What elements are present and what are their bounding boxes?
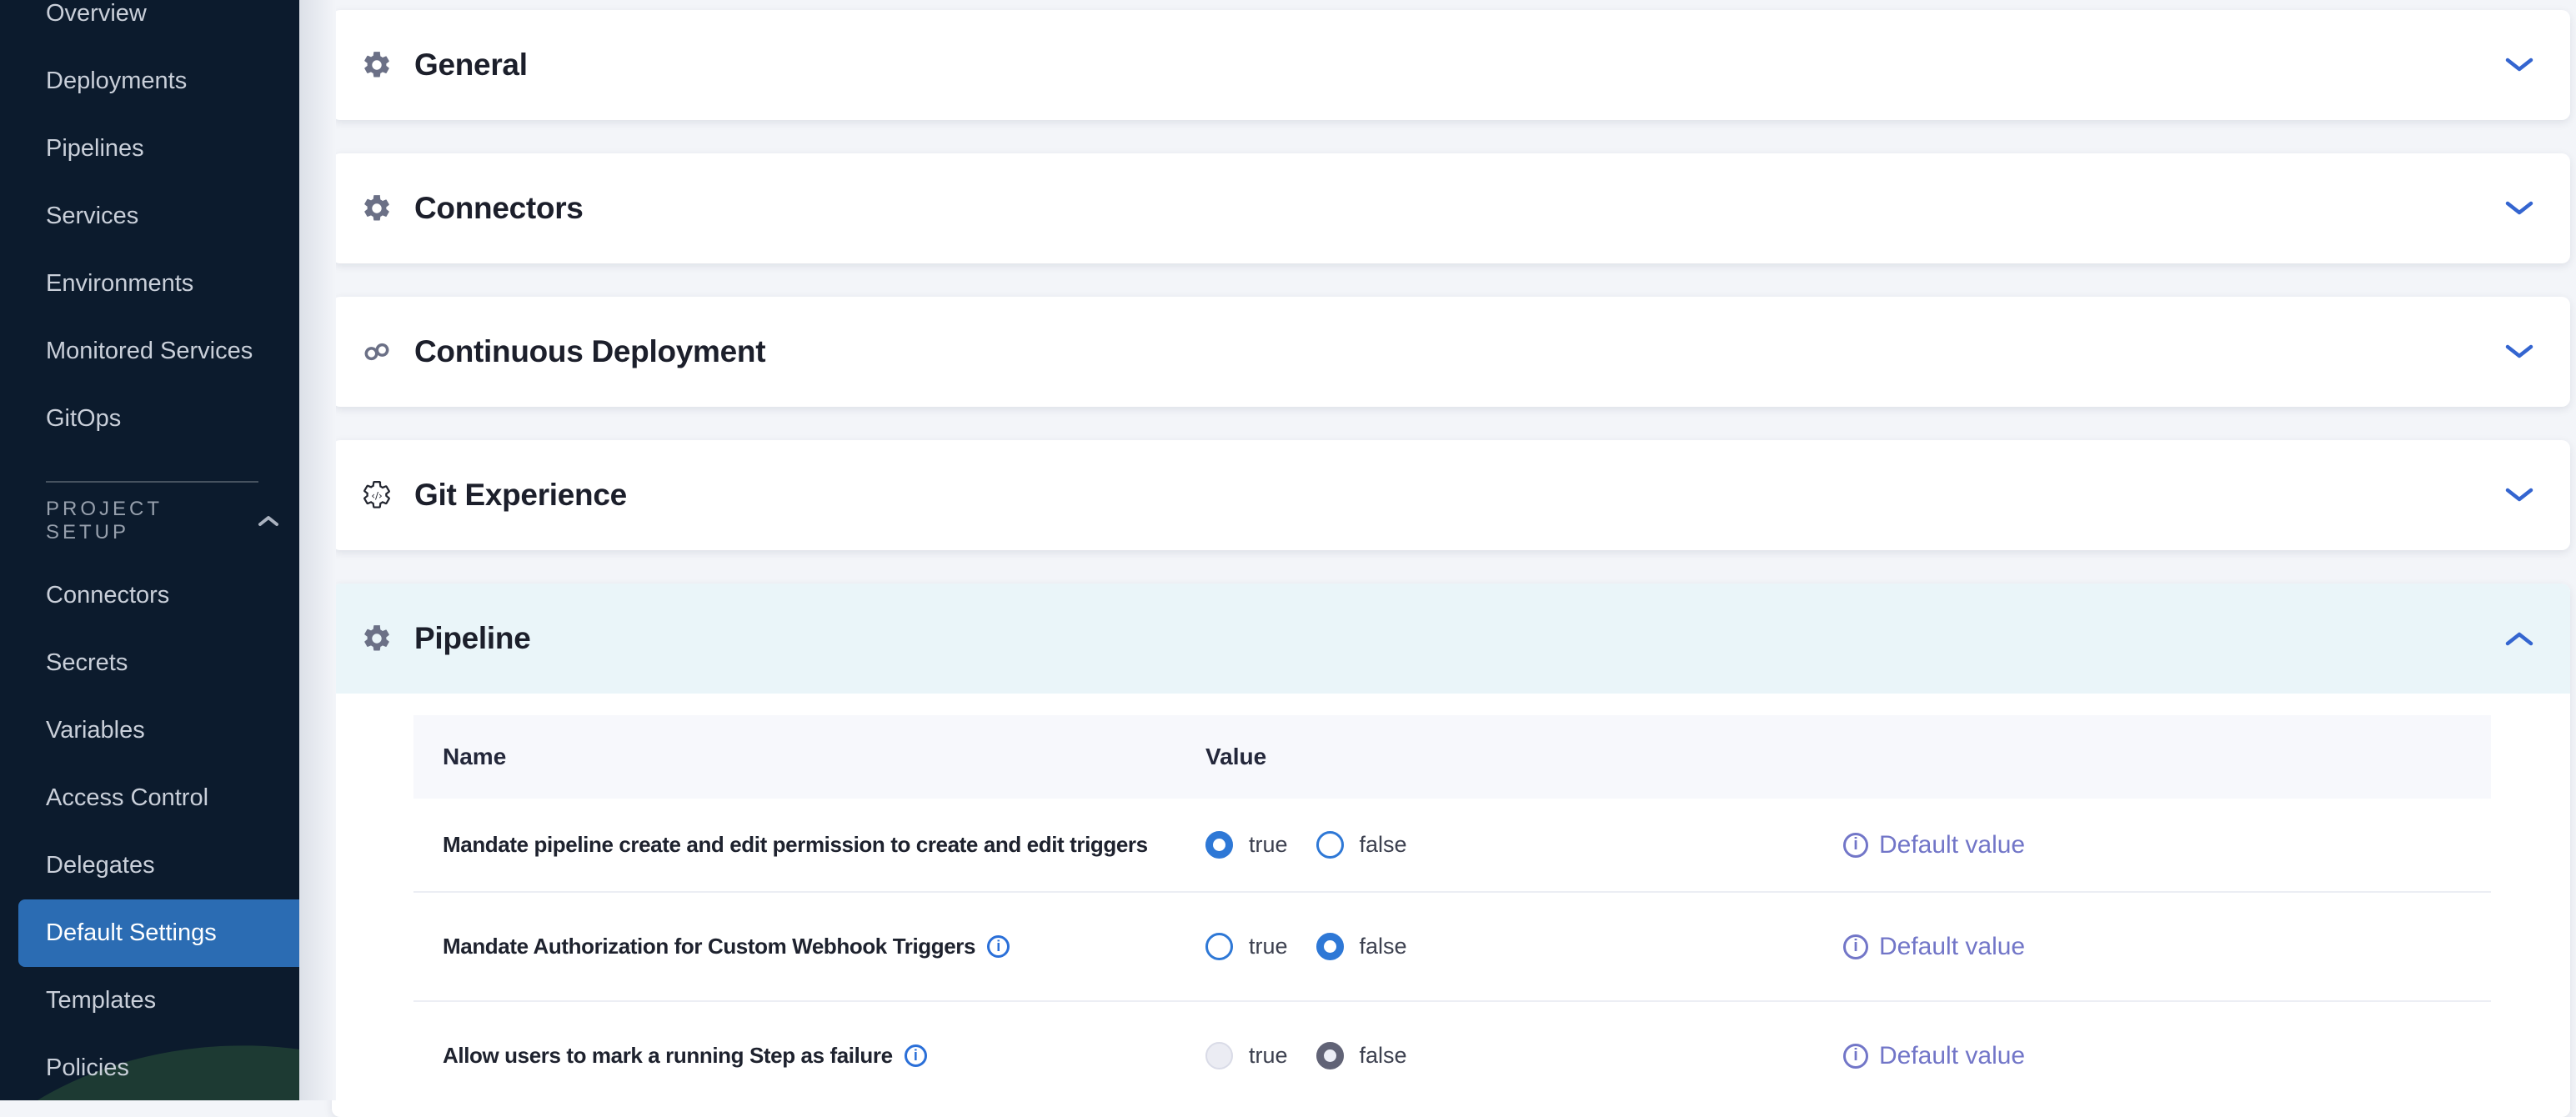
default-value-label: Default value bbox=[1879, 1042, 2025, 1070]
table-row: Mandate pipeline create and edit permiss… bbox=[413, 799, 2491, 891]
table-row: Allow users to mark a running Step as fa… bbox=[413, 1000, 2491, 1109]
section-title: Connectors bbox=[414, 191, 584, 226]
section-header-connectors[interactable]: Connectors bbox=[332, 153, 2570, 263]
chevron-down-icon[interactable] bbox=[2501, 190, 2538, 227]
setting-name: Mandate pipeline create and edit permiss… bbox=[413, 832, 1148, 858]
section-card-git-experience: ‹/› Git Experience bbox=[332, 440, 2570, 550]
sidebar-item-pipelines[interactable]: Pipelines bbox=[0, 115, 299, 183]
default-value-link[interactable]: i Default value bbox=[1843, 1042, 2025, 1070]
table-row: Mandate Authorization for Custom Webhook… bbox=[413, 891, 2491, 1000]
setting-radio-group: true false bbox=[1205, 1042, 1436, 1069]
link-icon bbox=[361, 336, 393, 368]
info-icon: i bbox=[1843, 934, 1868, 959]
sidebar-section-project-setup[interactable]: PROJECT SETUP bbox=[46, 501, 279, 541]
gear-icon bbox=[361, 193, 393, 224]
sidebar-item-environments[interactable]: Environments bbox=[0, 250, 299, 318]
sidebar-item-deployments[interactable]: Deployments bbox=[0, 48, 299, 115]
setting-name: Allow users to mark a running Step as fa… bbox=[413, 1043, 927, 1069]
default-value-link[interactable]: i Default value bbox=[1843, 933, 2025, 961]
default-value-label: Default value bbox=[1879, 831, 2025, 859]
column-header-value: Value bbox=[1205, 744, 1266, 770]
settings-sections: General Connectors Continuous Deployment ‹/… bbox=[332, 0, 2570, 1100]
sidebar-item-access-control[interactable]: Access Control bbox=[0, 764, 299, 832]
sidebar-nav-setup: ConnectorsSecretsVariablesAccess Control… bbox=[0, 562, 299, 1100]
default-value-link[interactable]: i Default value bbox=[1843, 831, 2025, 859]
info-icon: i bbox=[1843, 1044, 1868, 1069]
radio-label-true: true bbox=[1249, 832, 1288, 858]
info-icon[interactable]: i bbox=[905, 1044, 927, 1067]
setting-radio-group: true false bbox=[1205, 831, 1436, 859]
column-header-name: Name bbox=[413, 744, 506, 770]
chevron-up-icon[interactable] bbox=[2501, 620, 2538, 657]
sidebar-item-delegates[interactable]: Delegates bbox=[0, 832, 299, 899]
sidebar-item-services[interactable]: Services bbox=[0, 183, 299, 250]
chevron-down-icon[interactable] bbox=[2501, 477, 2538, 513]
radio-true bbox=[1205, 1042, 1233, 1069]
sidebar-item-connectors[interactable]: Connectors bbox=[0, 562, 299, 629]
sidebar-item-overview[interactable]: Overview bbox=[0, 0, 299, 48]
info-icon: i bbox=[1843, 833, 1868, 858]
radio-false[interactable] bbox=[1316, 831, 1344, 859]
gear-icon bbox=[361, 623, 393, 654]
chevron-up-icon[interactable] bbox=[258, 514, 279, 528]
sidebar-shadow bbox=[299, 0, 336, 1100]
sidebar-item-templates[interactable]: Templates bbox=[0, 967, 299, 1034]
default-value-label: Default value bbox=[1879, 933, 2025, 961]
section-card-connectors: Connectors bbox=[332, 153, 2570, 263]
radio-label-false: false bbox=[1360, 832, 1407, 858]
sidebar-divider bbox=[46, 481, 258, 483]
pipeline-settings-table: Name Value Mandate pipeline create and e… bbox=[413, 715, 2491, 1109]
setting-radio-group: true false bbox=[1205, 933, 1436, 960]
section-title: Continuous Deployment bbox=[414, 334, 765, 369]
radio-false-selected[interactable] bbox=[1316, 933, 1344, 960]
section-header-git-experience[interactable]: ‹/› Git Experience bbox=[332, 440, 2570, 550]
sidebar-item-policies[interactable]: Policies bbox=[0, 1034, 299, 1100]
radio-label-false: false bbox=[1360, 1043, 1407, 1069]
section-title: Pipeline bbox=[414, 621, 530, 656]
radio-true-selected[interactable] bbox=[1205, 831, 1233, 859]
section-title: Git Experience bbox=[414, 478, 627, 513]
chevron-down-icon[interactable] bbox=[2501, 47, 2538, 83]
sidebar: OverviewDeploymentsPipelinesServicesEnvi… bbox=[0, 0, 299, 1100]
gear-icon bbox=[361, 49, 393, 81]
section-header-continuous-deployment[interactable]: Continuous Deployment bbox=[332, 297, 2570, 407]
setting-name: Mandate Authorization for Custom Webhook… bbox=[413, 934, 1010, 959]
gear-code-icon: ‹/› bbox=[361, 479, 393, 511]
table-header-row: Name Value bbox=[413, 715, 2491, 799]
radio-true[interactable] bbox=[1205, 933, 1233, 960]
radio-label-true: true bbox=[1249, 934, 1288, 959]
chevron-down-icon[interactable] bbox=[2501, 333, 2538, 370]
sidebar-item-monitored-services[interactable]: Monitored Services bbox=[0, 318, 299, 385]
info-icon[interactable]: i bbox=[987, 935, 1010, 958]
sidebar-item-gitops[interactable]: GitOps bbox=[0, 385, 299, 453]
sidebar-nav-main: OverviewDeploymentsPipelinesServicesEnvi… bbox=[0, 0, 299, 453]
section-card-continuous-deployment: Continuous Deployment bbox=[332, 297, 2570, 407]
sidebar-item-variables[interactable]: Variables bbox=[0, 697, 299, 764]
sidebar-item-secrets[interactable]: Secrets bbox=[0, 629, 299, 697]
svg-text:‹/›: ‹/› bbox=[371, 489, 382, 501]
section-header-pipeline[interactable]: Pipeline bbox=[332, 584, 2570, 694]
radio-label-false: false bbox=[1360, 934, 1407, 959]
section-title: General bbox=[414, 48, 528, 83]
section-header-general[interactable]: General bbox=[332, 10, 2570, 120]
section-card-pipeline: Pipeline Name Value Mandate pipeline cre… bbox=[332, 584, 2570, 1117]
radio-false-selected bbox=[1316, 1042, 1344, 1069]
section-card-general: General bbox=[332, 10, 2570, 120]
project-setup-label: PROJECT SETUP bbox=[46, 498, 229, 544]
sidebar-item-default-settings[interactable]: Default Settings bbox=[18, 899, 299, 967]
radio-label-true: true bbox=[1249, 1043, 1288, 1069]
